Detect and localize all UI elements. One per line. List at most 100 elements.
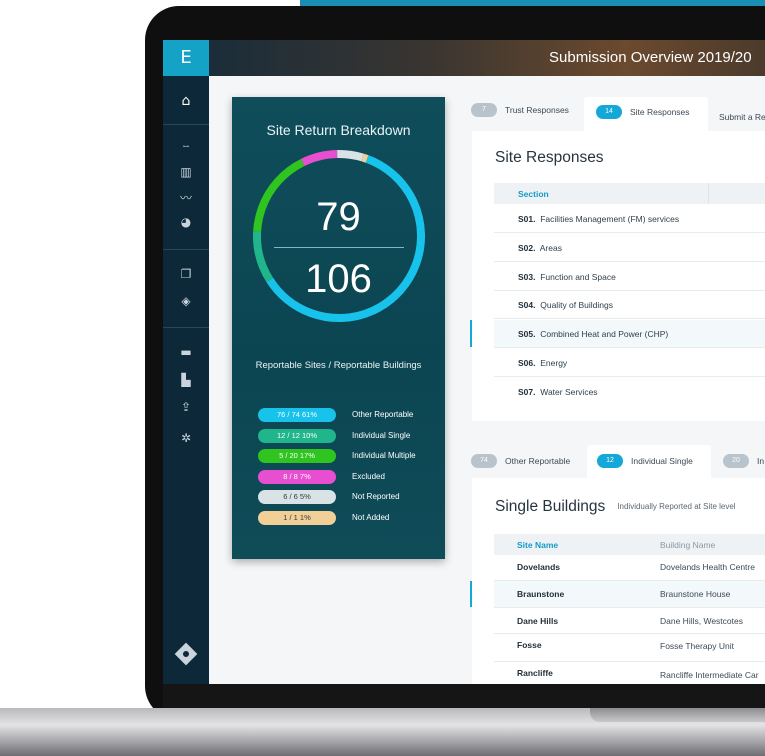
buildings-icon[interactable]: ▥ — [163, 164, 209, 180]
tab-label: Submit a Re — [719, 111, 765, 122]
header-banner: Submission Overview 2019/20 42 — [209, 40, 765, 76]
building-name-cell: Rancliffe Intermediate Car — [660, 670, 759, 680]
tab-label: Site Responses — [630, 107, 690, 117]
site-name-cell: Dane Hills — [517, 616, 559, 626]
laptop-chin — [163, 684, 765, 708]
card-title: Single Buildings Individually Reported at… — [495, 498, 736, 515]
legend-label: Individual Single — [352, 431, 411, 440]
reportable-sites-count: 79 — [316, 195, 361, 239]
tab-label: Trust Responses — [505, 105, 569, 115]
table-header: Section — [494, 183, 765, 204]
sliders-icon[interactable]: ⧿ — [163, 137, 209, 153]
section-cell: S03. Function and Space — [518, 272, 616, 282]
table-row[interactable]: Dane Hills Dane Hills, Westcotes — [494, 608, 765, 634]
legend-label: Not Reported — [352, 492, 400, 501]
legend-item[interactable]: 5 / 20 17% Individual Multiple — [258, 449, 438, 463]
column-divider — [708, 183, 709, 204]
trend-icon[interactable]: 〰 — [163, 190, 209, 206]
selection-indicator — [470, 320, 472, 347]
layers-icon[interactable]: ◈ — [163, 293, 209, 309]
site-name-cell: Dovelands — [517, 562, 560, 572]
tab-count-badge: 74 — [471, 454, 497, 468]
legend-pill: 1 / 1 1% — [258, 511, 336, 525]
selection-indicator — [470, 581, 472, 607]
legend-label: Not Added — [352, 513, 390, 522]
tab-label: Individual Single — [631, 456, 693, 466]
laptop-opening-notch — [590, 708, 765, 722]
legend-item[interactable]: 12 / 12 10% Individual Single — [258, 429, 438, 443]
site-name-cell: Braunstone — [517, 589, 565, 599]
breakdown-title: Site Return Breakdown — [266, 122, 411, 138]
table-header: Site Name Building Name — [494, 534, 765, 555]
card-subtitle: Individually Reported at Site level — [617, 502, 736, 512]
building-name-cell: Dovelands Health Centre — [660, 562, 755, 572]
reportable-buildings-count: 106 — [305, 257, 372, 301]
tab-count-badge: 7 — [471, 103, 497, 117]
table-row[interactable]: S04. Quality of Buildings — [494, 291, 765, 319]
section-cell: S01. Facilities Management (FM) services — [518, 214, 680, 224]
section-cell: S04. Quality of Buildings — [518, 300, 613, 310]
donut-divider — [274, 247, 404, 248]
legend-item[interactable]: 76 / 74 61% Other Reportable — [258, 408, 438, 422]
legend-item[interactable]: 6 / 6 5% Not Reported — [258, 490, 438, 504]
legend-item[interactable]: 1 / 1 1% Not Added — [258, 511, 438, 525]
column-header-section[interactable]: Section — [518, 189, 549, 199]
single-buildings-card: Single Buildings Individually Reported at… — [470, 478, 765, 684]
table-row[interactable]: Fosse Fosse Therapy Unit — [494, 634, 765, 662]
table-row-selected[interactable]: S05. Combined Heat and Power (CHP) — [470, 320, 765, 348]
building-name-cell: Fosse Therapy Unit — [660, 641, 735, 651]
tab-site-responses[interactable]: 14 Site Responses — [584, 97, 708, 131]
site-return-breakdown-panel: Site Return Breakdown 79 106 Reportable … — [232, 97, 445, 559]
navigation-diamond-icon[interactable] — [174, 642, 198, 666]
laptop-scene: E ⌂ ⧿ ▥ 〰 ◕ ❐ ◈ ▬ ▙ ⇪ ✲ Submission Overv… — [0, 0, 765, 756]
sidebar: E ⌂ ⧿ ▥ 〰 ◕ ❐ ◈ ▬ ▙ ⇪ ✲ — [163, 40, 209, 684]
legend-label: Individual Multiple — [352, 451, 416, 460]
legend-pill: 76 / 74 61% — [258, 408, 336, 422]
section-cell: S05. Combined Heat and Power (CHP) — [518, 329, 669, 339]
tab-count-badge: 20 — [723, 454, 749, 468]
app-screen: E ⌂ ⧿ ▥ 〰 ◕ ❐ ◈ ▬ ▙ ⇪ ✲ Submission Overv… — [163, 40, 765, 684]
table-row[interactable]: S06. Energy — [494, 349, 765, 377]
folder-icon[interactable]: ▬ — [163, 344, 209, 360]
bar-chart-icon[interactable]: ▙ — [163, 372, 209, 388]
table-row[interactable]: Rancliffe Rancliffe Intermediate Car — [494, 662, 765, 684]
site-responses-card: Site Responses Section S01. Facilities M… — [470, 131, 765, 421]
pie-icon[interactable]: ◕ — [163, 214, 209, 230]
section-cell: S02. Areas — [518, 243, 562, 253]
upload-icon[interactable]: ⇪ — [163, 399, 209, 415]
table-row[interactable]: Dovelands Dovelands Health Centre — [494, 555, 765, 581]
section-cell: S06. Energy — [518, 358, 568, 368]
nav-divider — [163, 249, 209, 250]
tab-trust-responses[interactable]: 7 Trust Responses — [471, 103, 581, 133]
table-row[interactable]: S01. Facilities Management (FM) services — [494, 205, 765, 233]
tab-label: Other Reportable — [505, 456, 571, 466]
nav-divider — [163, 327, 209, 328]
gear-icon[interactable]: ✲ — [163, 430, 209, 446]
table-row[interactable]: S02. Areas — [494, 234, 765, 262]
building-name-cell: Braunstone House — [660, 589, 731, 599]
home-icon[interactable]: ⌂ — [163, 93, 209, 109]
app-logo[interactable]: E — [163, 40, 209, 76]
site-name-cell: Fosse — [517, 640, 542, 650]
tab-individual-single[interactable]: 12 Individual Single — [587, 445, 711, 478]
card-title: Site Responses — [495, 149, 604, 166]
breakdown-subtitle: Reportable Sites / Reportable Buildings — [255, 360, 422, 371]
legend-item[interactable]: 8 / 8 7% Excluded — [258, 470, 438, 484]
table-row[interactable]: S07. Water Services — [494, 378, 765, 406]
legend-pill: 8 / 8 7% — [258, 470, 336, 484]
documents-icon[interactable]: ❐ — [163, 266, 209, 282]
legend-label: Excluded — [352, 472, 385, 481]
legend-pill: 6 / 6 5% — [258, 490, 336, 504]
column-header-site-name[interactable]: Site Name — [517, 540, 558, 550]
site-name-cell: Rancliffe — [517, 668, 553, 678]
tab-label: In — [757, 456, 765, 466]
column-header-building-name[interactable]: Building Name — [660, 540, 715, 550]
tab-count-badge: 12 — [597, 454, 623, 468]
page-title: Submission Overview 2019/20 — [549, 49, 752, 66]
nav-divider — [163, 124, 209, 125]
table-row-selected[interactable]: Braunstone Braunstone House — [470, 581, 765, 608]
section-cell: S07. Water Services — [518, 387, 598, 397]
legend-pill: 12 / 12 10% — [258, 429, 336, 443]
building-name-cell: Dane Hills, Westcotes — [660, 616, 743, 626]
table-row[interactable]: S03. Function and Space — [494, 263, 765, 291]
